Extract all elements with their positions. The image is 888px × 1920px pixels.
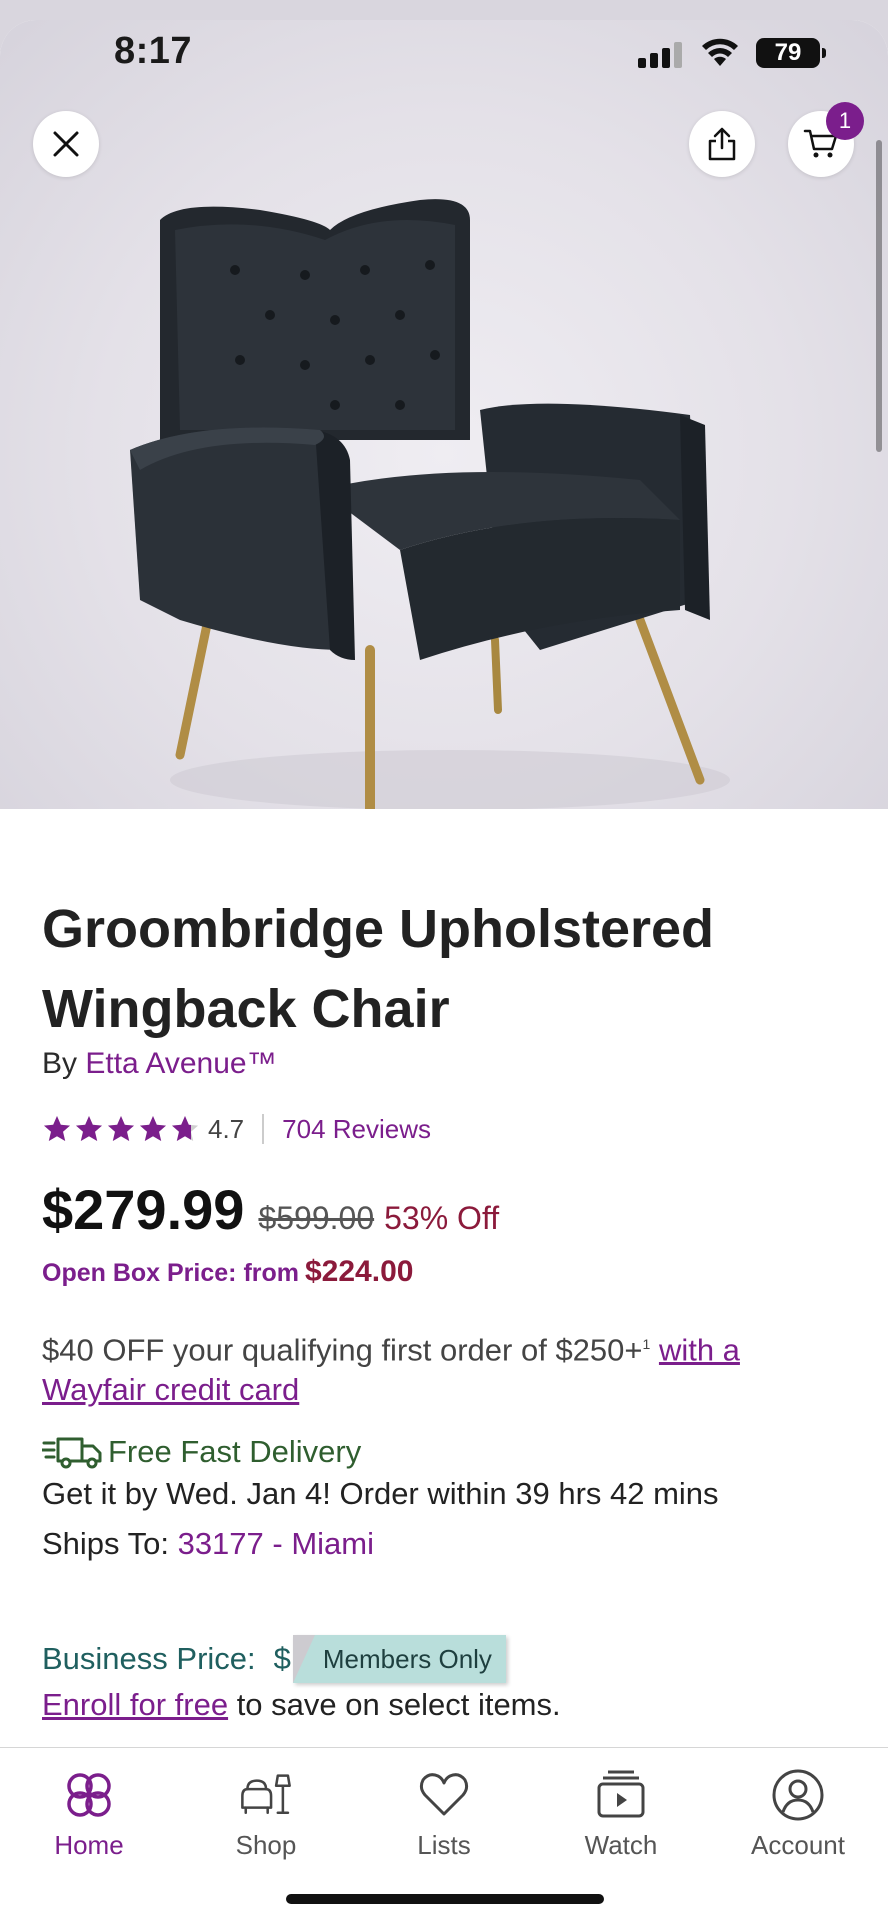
original-price: $599.00 bbox=[258, 1200, 375, 1236]
home-icon bbox=[67, 1773, 111, 1817]
cart-count-badge: 1 bbox=[826, 102, 864, 140]
open-box-amount: $224.00 bbox=[305, 1255, 414, 1288]
ships-to: Ships To: 33177 - Miami bbox=[42, 1526, 374, 1562]
battery-icon: 79 bbox=[756, 38, 826, 68]
tab-lists[interactable]: Lists bbox=[374, 1768, 514, 1861]
brand-link[interactable]: Etta Avenue™ bbox=[85, 1047, 276, 1080]
status-time: 8:17 bbox=[114, 30, 193, 72]
tab-label: Home bbox=[54, 1830, 124, 1860]
tab-account[interactable]: Account bbox=[728, 1768, 868, 1861]
tab-label: Shop bbox=[235, 1830, 297, 1860]
watch-icon bbox=[597, 1770, 645, 1818]
star-icon bbox=[140, 1116, 166, 1141]
credit-card-promo: $40 OFF your qualifying first order of $… bbox=[42, 1324, 842, 1410]
rating-row[interactable]: 4.7 704 Reviews bbox=[42, 1111, 431, 1147]
tab-home[interactable]: Home bbox=[19, 1768, 159, 1861]
enroll-text: to save on select items. bbox=[228, 1687, 561, 1722]
tab-label: Watch bbox=[584, 1830, 658, 1860]
enroll-link[interactable]: Enroll for free bbox=[42, 1687, 228, 1722]
star-icon bbox=[172, 1116, 198, 1141]
tab-label: Account bbox=[751, 1830, 845, 1860]
heart-icon bbox=[419, 1773, 469, 1816]
discount-label: 53% Off bbox=[384, 1200, 500, 1236]
shop-icon bbox=[241, 1774, 291, 1814]
star-icon bbox=[108, 1116, 134, 1141]
business-price-row: Business Price: $ Members Only bbox=[42, 1635, 506, 1683]
star-icon bbox=[76, 1116, 102, 1141]
wifi-icon bbox=[702, 38, 738, 66]
app-screen: 8:17 79 1 Groombridge Upholstered Wingba… bbox=[0, 20, 888, 1920]
tab-label: Lists bbox=[417, 1830, 471, 1860]
account-icon bbox=[772, 1769, 824, 1821]
by-label: By bbox=[42, 1047, 86, 1080]
product-image-area[interactable]: 8:17 79 1 bbox=[0, 20, 888, 809]
close-icon bbox=[53, 131, 79, 157]
product-title: Groombridge Upholstered Wingback Chair bbox=[42, 899, 715, 1039]
share-icon bbox=[708, 127, 736, 161]
delivery-badge: Free Fast Delivery bbox=[42, 1434, 361, 1470]
business-price-prefix: $ bbox=[273, 1641, 291, 1676]
price-row: $279.99 $599.00 53% Off bbox=[42, 1177, 499, 1242]
rating-divider bbox=[262, 1114, 265, 1144]
enroll-line: Enroll for free to save on select items. bbox=[42, 1687, 561, 1723]
close-button[interactable] bbox=[33, 111, 99, 177]
product-photo bbox=[130, 199, 730, 809]
zip-code-link[interactable]: 33177 - Miami bbox=[178, 1526, 374, 1561]
share-button[interactable] bbox=[689, 111, 755, 177]
sale-price: $279.99 bbox=[42, 1178, 245, 1241]
tab-watch[interactable]: Watch bbox=[551, 1768, 691, 1861]
reviews-link[interactable]: 704 Reviews bbox=[282, 1114, 431, 1145]
star-icon bbox=[44, 1116, 70, 1141]
open-box-price[interactable]: Open Box Price: from $224.00 bbox=[42, 1255, 413, 1289]
members-only-tag: Members Only bbox=[292, 1635, 506, 1683]
tab-shop[interactable]: Shop bbox=[196, 1768, 336, 1861]
promo-text: $40 OFF your qualifying first order of $… bbox=[42, 1332, 643, 1368]
ships-to-label: Ships To: bbox=[42, 1526, 169, 1561]
open-box-label: Open Box Price: from bbox=[42, 1259, 299, 1287]
brand-line: By Etta Avenue™ bbox=[42, 1047, 277, 1081]
home-indicator[interactable] bbox=[286, 1894, 604, 1904]
delivery-eta: Get it by Wed. Jan 4! Order within 39 hr… bbox=[42, 1476, 719, 1511]
business-price-label: Business Price: bbox=[42, 1641, 256, 1676]
scrollbar[interactable] bbox=[876, 140, 882, 452]
delivery-label: Free Fast Delivery bbox=[108, 1434, 362, 1469]
rating-value: 4.7 bbox=[208, 1113, 245, 1144]
cellular-signal-icon bbox=[638, 42, 682, 68]
star-rating bbox=[42, 1114, 200, 1144]
promo-footnote: 1 bbox=[642, 1336, 651, 1352]
truck-icon bbox=[42, 1437, 102, 1469]
